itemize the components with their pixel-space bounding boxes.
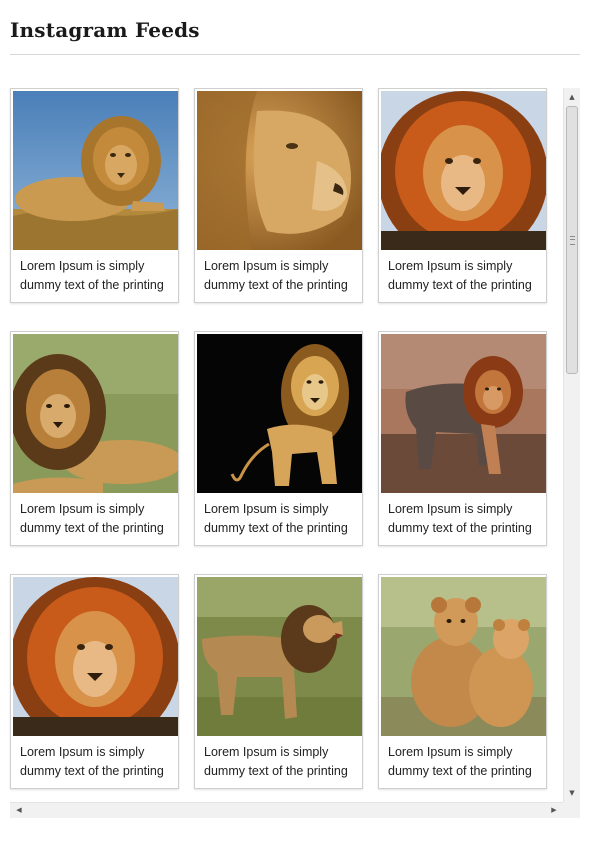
caption-line: dummy text of the printing bbox=[204, 764, 348, 778]
caption-line: dummy text of the printing bbox=[20, 521, 164, 535]
caption-line: dummy text of the printing bbox=[204, 278, 348, 292]
card-caption: Lorem Ipsum is simply dummy text of the … bbox=[20, 257, 170, 295]
feed-card[interactable]: Lorem Ipsum is simply dummy text of the … bbox=[194, 331, 363, 546]
feed-photo-lion-lying[interactable] bbox=[13, 91, 178, 250]
vertical-scroll-thumb[interactable] bbox=[566, 106, 578, 374]
caption-line: dummy text of the printing bbox=[204, 521, 348, 535]
card-caption: Lorem Ipsum is simply dummy text of the … bbox=[20, 743, 170, 781]
caption-line: dummy text of the printing bbox=[20, 278, 164, 292]
scroll-grip-icon bbox=[570, 236, 575, 245]
card-caption: Lorem Ipsum is simply dummy text of the … bbox=[388, 743, 538, 781]
caption-line: Lorem Ipsum is simply bbox=[20, 502, 145, 516]
feed-card[interactable]: Lorem Ipsum is simply dummy text of the … bbox=[10, 331, 179, 546]
horizontal-scrollbar[interactable]: ◀ ▶ bbox=[10, 802, 563, 818]
feed-card[interactable]: Lorem Ipsum is simply dummy text of the … bbox=[194, 88, 363, 303]
feed-grid: Lorem Ipsum is simply dummy text of the … bbox=[0, 88, 563, 802]
caption-line: Lorem Ipsum is simply bbox=[388, 502, 513, 516]
caption-line: Lorem Ipsum is simply bbox=[20, 259, 145, 273]
caption-line: dummy text of the printing bbox=[388, 278, 532, 292]
caption-line: Lorem Ipsum is simply bbox=[204, 745, 329, 759]
feed-photo-lion-profile[interactable] bbox=[197, 91, 362, 250]
scroll-down-arrow-icon[interactable]: ▼ bbox=[564, 786, 580, 800]
caption-line: dummy text of the printing bbox=[388, 764, 532, 778]
feed-photo-lion-face[interactable] bbox=[13, 577, 178, 736]
card-caption: Lorem Ipsum is simply dummy text of the … bbox=[204, 500, 354, 538]
caption-line: Lorem Ipsum is simply bbox=[388, 259, 513, 273]
caption-line: Lorem Ipsum is simply bbox=[20, 745, 145, 759]
scroll-up-arrow-icon[interactable]: ▲ bbox=[564, 90, 580, 104]
scrollbar-corner bbox=[563, 802, 580, 818]
caption-line: Lorem Ipsum is simply bbox=[204, 502, 329, 516]
feed-photo-lion-roaring[interactable] bbox=[197, 577, 362, 736]
caption-line: dummy text of the printing bbox=[388, 521, 532, 535]
card-caption: Lorem Ipsum is simply dummy text of the … bbox=[20, 500, 170, 538]
caption-line: Lorem Ipsum is simply bbox=[204, 259, 329, 273]
scroll-right-arrow-icon[interactable]: ▶ bbox=[547, 803, 561, 818]
card-caption: Lorem Ipsum is simply dummy text of the … bbox=[388, 500, 538, 538]
feed-photo-lion-black[interactable] bbox=[197, 334, 362, 493]
page-title: Instagram Feeds bbox=[10, 18, 200, 42]
card-caption: Lorem Ipsum is simply dummy text of the … bbox=[388, 257, 538, 295]
feed-photo-lion-grass[interactable] bbox=[13, 334, 178, 493]
vertical-scrollbar[interactable]: ▲ ▼ bbox=[563, 88, 580, 802]
caption-line: dummy text of the printing bbox=[20, 764, 164, 778]
feed-card[interactable]: Lorem Ipsum is simply dummy text of the … bbox=[378, 574, 547, 789]
card-caption: Lorem Ipsum is simply dummy text of the … bbox=[204, 257, 354, 295]
feed-card[interactable]: Lorem Ipsum is simply dummy text of the … bbox=[194, 574, 363, 789]
feed-photo-lion-face[interactable] bbox=[381, 91, 546, 250]
feed-card[interactable]: Lorem Ipsum is simply dummy text of the … bbox=[378, 331, 547, 546]
feed-card[interactable]: Lorem Ipsum is simply dummy text of the … bbox=[10, 88, 179, 303]
title-divider bbox=[10, 54, 580, 55]
card-caption: Lorem Ipsum is simply dummy text of the … bbox=[204, 743, 354, 781]
feed-photo-lion-walking[interactable] bbox=[381, 334, 546, 493]
caption-line: Lorem Ipsum is simply bbox=[388, 745, 513, 759]
feed-card[interactable]: Lorem Ipsum is simply dummy text of the … bbox=[378, 88, 547, 303]
feed-photo-lion-cubs[interactable] bbox=[381, 577, 546, 736]
feed-card[interactable]: Lorem Ipsum is simply dummy text of the … bbox=[10, 574, 179, 789]
scroll-left-arrow-icon[interactable]: ◀ bbox=[12, 803, 26, 818]
